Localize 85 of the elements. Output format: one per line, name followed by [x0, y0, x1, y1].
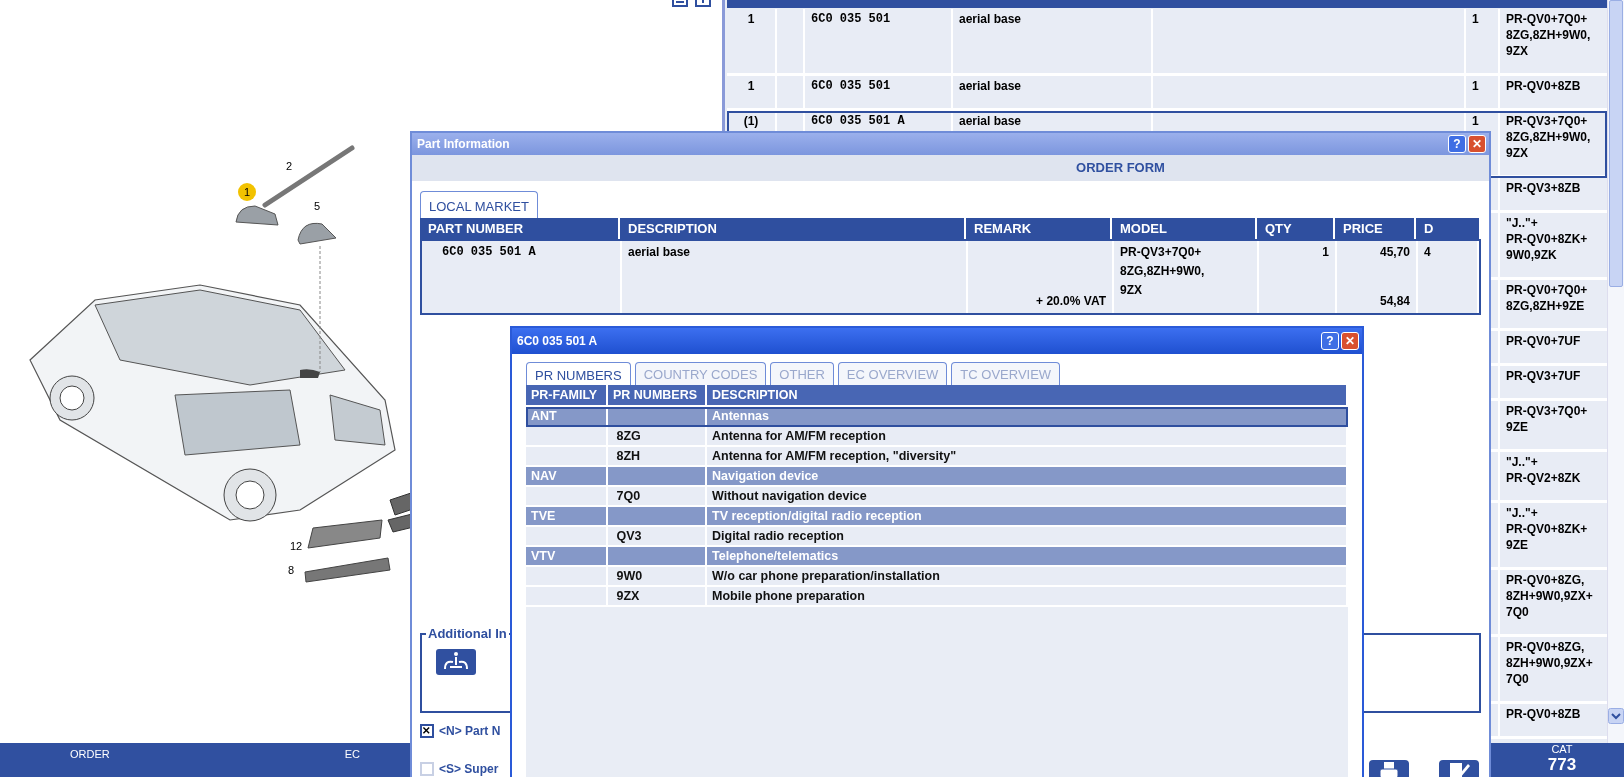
table-cell: Telephone/telematics — [707, 547, 1348, 567]
column-header: PR NUMBERS — [608, 385, 707, 407]
table-cell-text: aerial base — [628, 244, 692, 261]
table-cell-text: PR-QV0+8ZB — [1505, 78, 1582, 95]
table-cell-text: 1 — [1322, 244, 1329, 261]
table-cell-text: PR-QV3+8ZB — [1505, 180, 1582, 197]
table-row[interactable]: 1 6C0 035 501 aerial base 1 PR-QV0+8ZB — [727, 76, 1607, 111]
table-cell-text: "J.."+ PR-QV0+8ZK+ 9ZE — [1505, 505, 1589, 554]
scroll-down-icon[interactable] — [1608, 708, 1624, 724]
table-cell: 1 — [1466, 9, 1500, 73]
price-with-vat: 54,84 — [1379, 293, 1410, 310]
scrollbar[interactable] — [1607, 0, 1624, 743]
section-title: ORDER FORM — [412, 155, 1489, 181]
column-header: PR-FAMILY — [526, 385, 608, 407]
table-cell-text: "J.."+ PR-QV2+8ZK — [1505, 454, 1582, 487]
table-cell: VTV — [526, 547, 608, 567]
table-cell: 8ZH — [608, 447, 707, 467]
help-button[interactable]: ? — [1448, 135, 1466, 153]
callout-number[interactable]: 12 — [290, 540, 303, 552]
column-header: DESCRIPTION — [707, 385, 1348, 407]
close-button[interactable]: ✕ — [1341, 332, 1359, 350]
table-cell: 1 — [1466, 76, 1500, 108]
table-cell: Mobile phone preparation — [707, 587, 1348, 607]
checkbox-label: <N> Part N — [439, 724, 501, 738]
table-row[interactable]: 7Q0 Without navigation device — [526, 487, 1348, 507]
table-cell-text: PR-QV3+7Q0+ 8ZG,8ZH+9W0, 9ZX — [1120, 244, 1206, 299]
table-cell: TV reception/digital radio reception — [707, 507, 1348, 527]
table-cell: 7Q0 — [608, 487, 707, 507]
window-title: 6C0 035 501 A — [517, 334, 599, 348]
table-cell-text: PR-QV3+7UF — [1505, 368, 1582, 385]
price: 45,70 — [1379, 244, 1410, 261]
bottom-tab[interactable]: ORDER — [70, 743, 110, 777]
table-cell: QV3 — [608, 527, 707, 547]
table-cell: 6C0 035 501 — [805, 76, 953, 108]
checkbox-label: <S> Super — [439, 762, 499, 776]
callout-number[interactable]: 1 — [238, 183, 256, 201]
table-cell: Digital radio reception — [707, 527, 1348, 547]
table-cell: 9ZX — [608, 587, 707, 607]
table-cell: 1 — [727, 76, 777, 108]
callout-number[interactable]: 2 — [286, 160, 293, 172]
table-cell-text: PR-QV0+7UF — [1505, 333, 1582, 350]
panel-legend: Additional In — [426, 626, 509, 641]
table-cell: 8ZG — [608, 427, 707, 447]
scrollbar-thumb[interactable] — [1609, 0, 1623, 287]
tab[interactable]: PR NUMBERS — [526, 362, 631, 385]
window-title: Part Information — [417, 137, 511, 151]
table-cell: Antenna for AM/FM reception — [707, 427, 1348, 447]
table-row[interactable]: 1 6C0 035 501 aerial base 1 PR-QV0+7Q0+ 8ZG,8ZH+9W0, 9ZX — [727, 9, 1607, 76]
vat-note: + 20.0% VAT — [1036, 293, 1106, 310]
table-cell-text: PR-QV0+8ZB — [1505, 706, 1582, 723]
close-button[interactable]: ✕ — [1468, 135, 1486, 153]
table-row[interactable]: QV3 Digital radio reception — [526, 527, 1348, 547]
table-cell-text: 4 — [1424, 244, 1432, 261]
table-cell-text: PR-QV0+8ZG, 8ZH+9W0,9ZX+ 7Q0 — [1505, 572, 1594, 621]
table-row[interactable]: 9W0 W/o car phone preparation/installation — [526, 567, 1348, 587]
table-cell-text: "J.."+ PR-QV0+8ZK+ 9W0,9ZK — [1505, 215, 1589, 264]
table-cell: W/o car phone preparation/installation — [707, 567, 1348, 587]
table-row[interactable]: 8ZG Antenna for AM/FM reception — [526, 427, 1348, 447]
bottom-tab[interactable]: EC — [344, 743, 360, 777]
table-cell-text: 6C0 035 501 A — [441, 244, 537, 261]
table-cell: NAV — [526, 467, 608, 487]
table-cell: Navigation device — [707, 467, 1348, 487]
tab[interactable]: LOCAL MARKET — [420, 191, 538, 218]
checkbox[interactable] — [420, 724, 434, 738]
table-cell: Antennas — [707, 407, 1348, 427]
table-cell-text: PR-QV0+7Q0+ 8ZG,8ZH+9W0, 9ZX — [1505, 11, 1592, 60]
table-cell-text: PR-QV0+8ZG, 8ZH+9W0,9ZX+ 7Q0 — [1505, 639, 1594, 688]
table-cell: ANT — [526, 407, 608, 427]
table-cell: Antenna for AM/FM reception, "diversity" — [707, 447, 1348, 467]
table-row[interactable]: 8ZH Antenna for AM/FM reception, "diversity" — [526, 447, 1348, 467]
table-cell: 6C0 035 501 — [805, 9, 953, 73]
table-cell-text: PR-QV0+7Q0+ 8ZG,8ZH+9ZE — [1505, 282, 1589, 315]
help-button[interactable]: ? — [1321, 332, 1339, 350]
table-row[interactable]: 9ZX Mobile phone preparation — [526, 587, 1348, 607]
callout-number[interactable]: 8 — [288, 564, 295, 576]
info-button[interactable] — [436, 649, 476, 675]
table-cell-text: PR-QV3+7Q0+ 9ZE — [1505, 403, 1589, 436]
table-cell: aerial base — [953, 9, 1153, 73]
table-cell-text: PR-QV3+7Q0+ 8ZG,8ZH+9W0, 9ZX — [1505, 113, 1592, 162]
table-cell: aerial base — [953, 76, 1153, 108]
table-cell: TVE — [526, 507, 608, 527]
table-cell: Without navigation device — [707, 487, 1348, 507]
table-cell: 1 — [727, 9, 777, 73]
callout-number[interactable]: 5 — [314, 200, 321, 212]
table-cell: 9W0 — [608, 567, 707, 587]
